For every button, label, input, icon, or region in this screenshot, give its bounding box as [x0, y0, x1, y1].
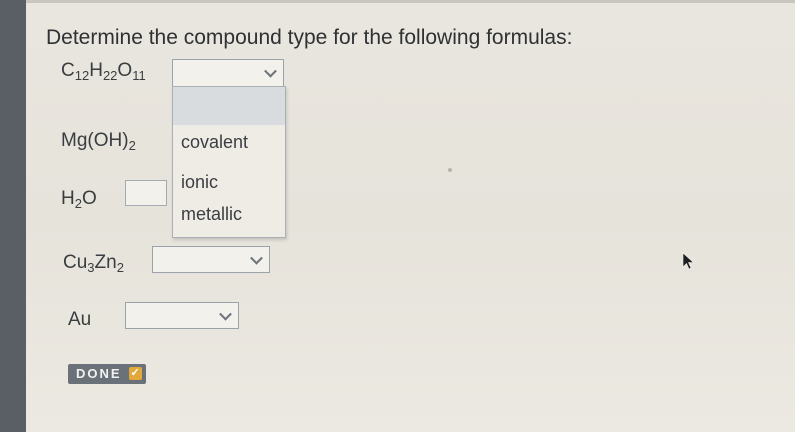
done-button[interactable]: DONE ✓: [68, 364, 146, 384]
dropdown-option-ionic[interactable]: ionic: [173, 172, 285, 193]
formula-c12h22o11: C12H22O11: [61, 60, 146, 83]
formula-au: Au: [68, 309, 92, 330]
dropdown-option-covalent[interactable]: covalent: [173, 132, 285, 153]
compound-type-select-cu3zn2[interactable]: [152, 246, 270, 273]
compound-type-dropdown-list: covalent ionic metallic: [172, 86, 286, 238]
mouse-cursor-icon: [682, 252, 695, 270]
formula-mg-oh-2: Mg(OH)2: [61, 130, 136, 153]
check-icon: ✓: [128, 367, 142, 380]
formula-cu3zn2: Cu3Zn2: [63, 252, 124, 275]
compound-type-select-au[interactable]: [125, 302, 239, 329]
question-text: Determine the compound type for the foll…: [46, 26, 573, 49]
done-label: DONE: [76, 366, 122, 381]
chevron-down-icon: [264, 64, 277, 78]
formula-h2o: H2O: [61, 188, 97, 211]
compound-type-select-h2o[interactable]: [125, 180, 167, 206]
dropdown-option-metallic[interactable]: metallic: [173, 204, 285, 225]
compound-type-select-c12h22o11[interactable]: [172, 59, 284, 87]
chevron-down-icon: [219, 307, 232, 321]
screen-speck: [448, 168, 452, 172]
dropdown-option-blank[interactable]: [173, 87, 285, 125]
chevron-down-icon: [250, 251, 263, 265]
